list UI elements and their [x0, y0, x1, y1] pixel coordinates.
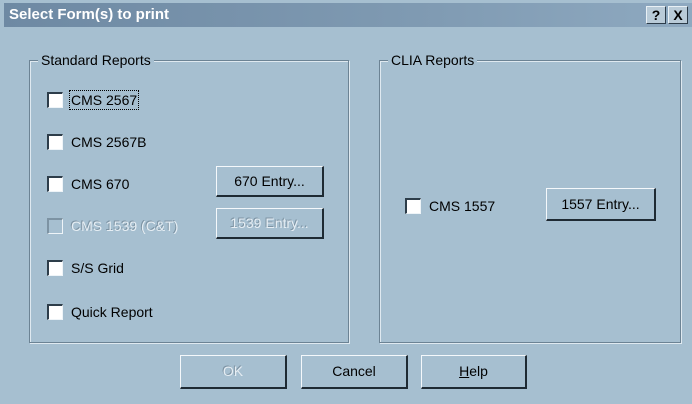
checkbox-box[interactable]: [47, 176, 63, 192]
help-button-label: elp: [469, 363, 488, 379]
help-button[interactable]: Help: [421, 355, 527, 389]
checkbox-cms-1557[interactable]: CMS 1557: [405, 196, 495, 216]
cancel-button[interactable]: Cancel: [301, 355, 408, 389]
checkbox-box[interactable]: [47, 92, 63, 108]
checkbox-box[interactable]: [47, 304, 63, 320]
checkbox-label: S/S Grid: [71, 260, 124, 276]
1557-entry-button[interactable]: 1557 Entry...: [546, 188, 656, 221]
help-button-mnemonic: H: [459, 363, 470, 379]
1539-entry-button: 1539 Entry...: [216, 208, 324, 239]
670-entry-button[interactable]: 670 Entry...: [216, 166, 324, 197]
checkbox-box: [47, 218, 63, 234]
title-bar[interactable]: Select Form(s) to print ? X: [4, 3, 692, 27]
checkbox-box[interactable]: [405, 198, 421, 214]
checkbox-box[interactable]: [47, 134, 63, 150]
select-forms-dialog: Select Form(s) to print ? X Standard Rep…: [0, 0, 692, 404]
checkbox-label: Quick Report: [71, 304, 153, 320]
window-title: Select Form(s) to print: [9, 6, 170, 23]
checkbox-box[interactable]: [47, 260, 63, 276]
help-icon[interactable]: ?: [646, 6, 666, 24]
checkbox-label: CMS 1539 (C&T): [71, 218, 179, 234]
checkbox-label: CMS 2567B: [71, 134, 147, 150]
ok-button: OK: [180, 355, 287, 389]
checkbox-label: CMS 1557: [429, 198, 496, 214]
checkbox-label: CMS 2567: [68, 90, 140, 110]
standard-reports-title: Standard Reports: [38, 52, 154, 68]
checkbox-label: CMS 670: [71, 176, 130, 192]
checkbox-cms-2567[interactable]: CMS 2567: [47, 90, 140, 110]
checkbox-quick-report[interactable]: Quick Report: [47, 302, 153, 322]
close-icon[interactable]: X: [668, 6, 688, 24]
clia-reports-title: CLIA Reports: [388, 52, 478, 68]
checkbox-ss-grid[interactable]: S/S Grid: [47, 258, 124, 278]
checkbox-cms-1539: CMS 1539 (C&T): [47, 216, 178, 236]
checkbox-cms-2567b[interactable]: CMS 2567B: [47, 132, 146, 152]
checkbox-cms-670[interactable]: CMS 670: [47, 174, 129, 194]
